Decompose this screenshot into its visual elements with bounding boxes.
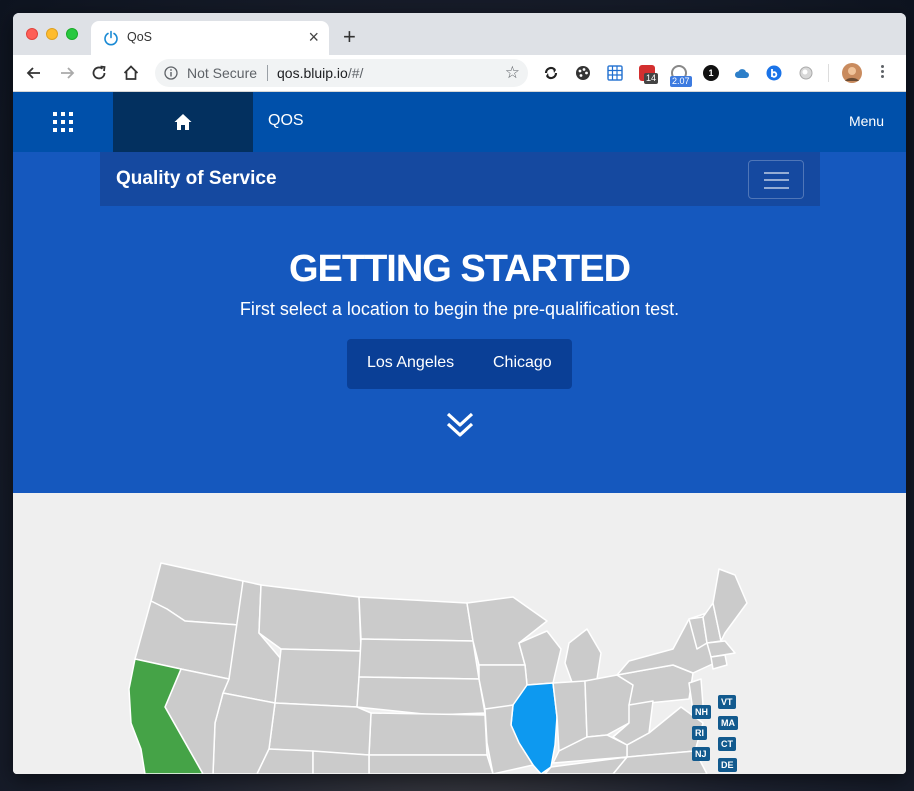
subnav-title[interactable]: Quality of Service (116, 168, 277, 190)
us-map-svg (128, 562, 748, 774)
state-badge-nj[interactable]: NJ (692, 747, 710, 761)
calendar-extension-icon[interactable]: 14 (639, 65, 659, 84)
reload-icon[interactable] (90, 64, 108, 82)
double-chevron-down-icon[interactable] (445, 410, 475, 440)
calendar-badge: 14 (644, 73, 659, 84)
state-badge-vt[interactable]: VT (718, 695, 736, 709)
tab-strip: QoS × + (13, 13, 906, 55)
hero-subtitle: First select a location to begin the pre… (239, 299, 680, 319)
grid-extension-icon[interactable] (607, 65, 623, 81)
state-mi[interactable] (564, 628, 602, 686)
back-icon[interactable] (25, 64, 43, 82)
state-nm[interactable] (312, 750, 370, 774)
bookmark-star-icon[interactable]: ☆ (505, 64, 520, 82)
home-browser-icon[interactable] (122, 64, 140, 82)
state-badge-ri[interactable]: RI (692, 726, 707, 740)
cloud-extension-icon[interactable] (734, 65, 750, 81)
apps-grid-icon (53, 112, 73, 132)
browser-window: QoS × + Not Secure qos.bluip.io/#/ ☆ 14 … (13, 13, 906, 774)
location-button-group: Los Angeles Chicago (347, 339, 572, 389)
state-ne[interactable] (356, 676, 486, 716)
state-mt[interactable] (258, 584, 362, 652)
home-icon (174, 114, 192, 130)
browser-toolbar: Not Secure qos.bluip.io/#/ ☆ 14 2.07 1 (13, 55, 906, 92)
state-sd[interactable] (358, 638, 480, 680)
location-chicago-button[interactable]: Chicago (493, 354, 552, 372)
state-badge-ct[interactable]: CT (718, 737, 736, 751)
state-wy[interactable] (274, 648, 362, 708)
window-maximize-button[interactable] (66, 28, 78, 40)
palette-extension-icon[interactable] (575, 65, 591, 81)
state-nd[interactable] (358, 596, 474, 642)
sync-extension-icon[interactable] (543, 65, 559, 81)
url-path: /#/ (347, 65, 364, 81)
profile-avatar[interactable] (842, 63, 862, 83)
hero-section: Quality of Service GETTING STARTED First… (13, 152, 906, 493)
browser-tab[interactable]: QoS × (91, 21, 329, 55)
url-host: qos.bluip.io (277, 65, 348, 81)
b-extension-icon[interactable] (766, 65, 782, 81)
state-badge-de[interactable]: DE (718, 758, 737, 772)
password-extension-icon[interactable]: 1 (703, 65, 719, 81)
browser-menu-icon[interactable] (879, 63, 885, 83)
address-bar[interactable]: Not Secure qos.bluip.io/#/ ☆ (155, 59, 528, 87)
speed-badge: 2.07 (670, 76, 692, 87)
app-brand[interactable]: QOS (268, 112, 304, 130)
hero-title: GETTING STARTED (288, 248, 631, 290)
new-tab-button[interactable]: + (343, 26, 356, 48)
tab-close-icon[interactable]: × (308, 27, 319, 47)
state-badge-nh[interactable]: NH (692, 705, 711, 719)
address-divider (267, 65, 268, 81)
tab-title: QoS (127, 30, 153, 44)
apps-launcher-button[interactable] (13, 92, 113, 152)
menu-link[interactable]: Menu (849, 113, 884, 129)
security-label: Not Secure (187, 65, 258, 81)
state-ok[interactable] (368, 754, 494, 774)
us-map: NH RI NJ VT MA CT DE (13, 493, 906, 774)
toolbar-divider (828, 64, 829, 82)
window-close-button[interactable] (26, 28, 38, 40)
state-co[interactable] (268, 702, 372, 756)
info-icon[interactable] (164, 66, 178, 80)
top-navbar: QOS Menu (13, 92, 906, 152)
page-viewport: QOS Menu Quality of Service GETTING STAR… (13, 92, 906, 774)
circle-extension-icon[interactable] (798, 65, 814, 81)
state-me[interactable] (712, 568, 748, 642)
location-los-angeles-button[interactable]: Los Angeles (367, 354, 454, 372)
power-icon (104, 30, 118, 46)
speed-extension-icon[interactable]: 2.07 (670, 65, 692, 87)
state-ks[interactable] (368, 712, 488, 756)
forward-icon[interactable] (58, 64, 76, 82)
url-text[interactable]: qos.bluip.io/#/ (277, 65, 363, 81)
state-ct[interactable] (710, 654, 728, 670)
state-badge-ma[interactable]: MA (718, 716, 738, 730)
hamburger-toggle-button[interactable] (748, 160, 804, 199)
hamburger-icon (764, 172, 789, 174)
sub-navbar: Quality of Service (100, 152, 820, 206)
state-ma[interactable] (706, 640, 736, 658)
window-minimize-button[interactable] (46, 28, 58, 40)
home-button[interactable] (113, 92, 253, 152)
